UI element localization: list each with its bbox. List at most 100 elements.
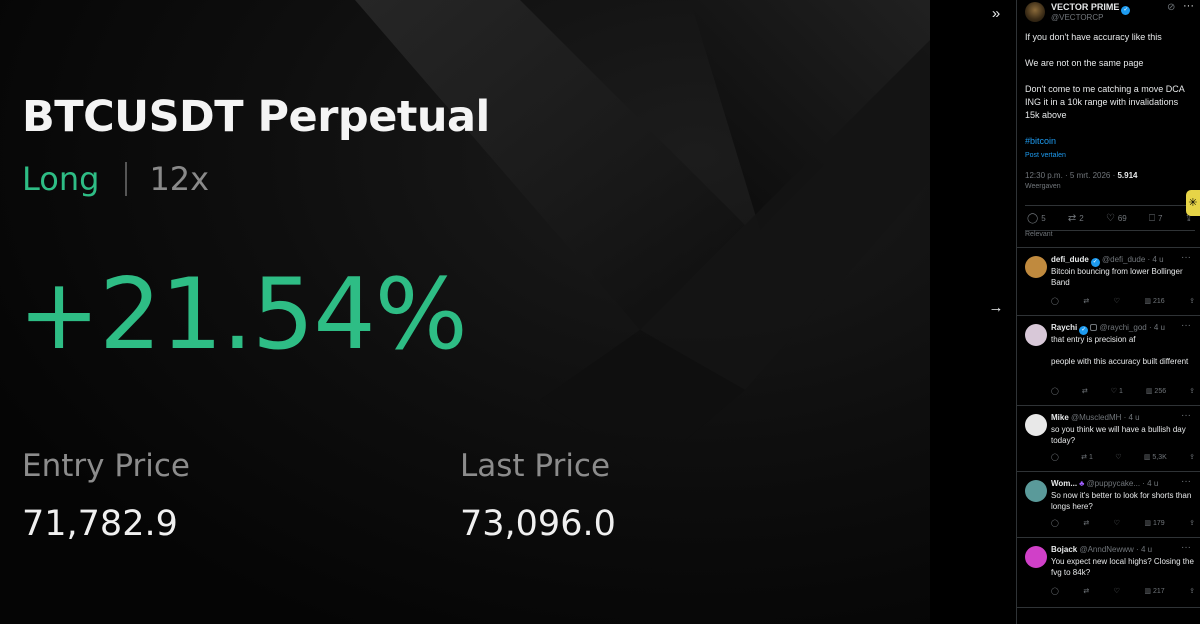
divider bbox=[1017, 607, 1200, 608]
reply-item[interactable]: Mike @MuscledMH · 4 u ··· so you think w… bbox=[1017, 405, 1200, 471]
affiliate-badge-icon bbox=[1090, 324, 1098, 331]
reply-header: Wom... ♣ @puppycake... · 4 u bbox=[1051, 479, 1181, 488]
views-count: 179 bbox=[1152, 520, 1165, 527]
avatar[interactable] bbox=[1025, 256, 1047, 278]
reply-icon: ◯ bbox=[1027, 212, 1039, 224]
like-count: 1 bbox=[1118, 388, 1123, 395]
timestamp-text: 12:30 p.m. · 5 mrt. 2026 · bbox=[1025, 171, 1118, 180]
heart-icon[interactable]: ♡ bbox=[1114, 519, 1120, 527]
reply-actions: ◯ ⇄ ♡ ▥ 179 ⇪ bbox=[1051, 519, 1195, 527]
views-button[interactable]: ▥ 217 bbox=[1144, 587, 1164, 595]
entry-price-value: 71,782.9 bbox=[22, 504, 178, 544]
leverage: 12x bbox=[149, 160, 210, 198]
views-count: 5,3K bbox=[1152, 454, 1167, 461]
replies-sort-dropdown[interactable]: Relevant bbox=[1025, 231, 1053, 238]
grok-assistant-tab[interactable]: ✳ bbox=[1186, 190, 1200, 216]
reply-item[interactable]: Raychi ✓ @raychi_god · 4 u ··· that entry… bbox=[1017, 315, 1200, 405]
reply-handle[interactable]: @defi_dude · 4 u bbox=[1102, 255, 1164, 264]
reply-author-name[interactable]: Bojack bbox=[1051, 545, 1077, 554]
avatar[interactable] bbox=[1025, 2, 1045, 22]
translate-post-link[interactable]: Post vertalen bbox=[1025, 152, 1066, 159]
reply-handle[interactable]: @MuscledMH · 4 u bbox=[1071, 413, 1140, 422]
more-options-icon[interactable]: ··· bbox=[1181, 476, 1191, 487]
like-button[interactable]: ♡ 69 bbox=[1106, 213, 1127, 224]
reply-text: so you think we will have a bullish day … bbox=[1051, 425, 1186, 445]
reply-handle[interactable]: @AnndNewww · 4 u bbox=[1079, 545, 1152, 554]
heart-icon[interactable]: ♡ bbox=[1115, 453, 1121, 461]
views-count: 5.914 bbox=[1117, 171, 1138, 180]
media-viewer[interactable]: BTCUSDT Perpetual Long 12x +21.54% Entry … bbox=[0, 0, 930, 624]
repost-icon[interactable]: ⇄ bbox=[1083, 297, 1089, 305]
reply-author-name[interactable]: Raychi bbox=[1051, 323, 1077, 332]
more-options-icon[interactable]: ··· bbox=[1181, 410, 1191, 421]
repost-icon[interactable]: ⇄ bbox=[1083, 587, 1089, 595]
reply-actions: ◯ ⇄ ♡ 1 ▥ 256 ⇪ bbox=[1051, 387, 1195, 395]
position-side: Long bbox=[22, 160, 100, 198]
repost-button[interactable]: ⇄ 2 bbox=[1068, 213, 1084, 224]
more-options-icon[interactable]: ··· bbox=[1181, 252, 1191, 263]
grok-icon[interactable]: ⊘ bbox=[1167, 2, 1175, 13]
more-options-icon[interactable]: ··· bbox=[1181, 320, 1191, 331]
more-options-icon[interactable]: ··· bbox=[1181, 542, 1191, 553]
repost-button[interactable]: ⇄ 1 bbox=[1081, 453, 1093, 461]
tweet-text: If you don't have accuracy like this We … bbox=[1025, 31, 1195, 161]
views-button[interactable]: ▥ 5,3K bbox=[1144, 453, 1167, 461]
tweet-line: If you don't have accuracy like this bbox=[1025, 32, 1162, 42]
author-handle[interactable]: @VECTORCP bbox=[1051, 13, 1103, 22]
repost-icon: ⇄ bbox=[1067, 212, 1077, 224]
bookmark-button[interactable]: ⎕ 7 bbox=[1149, 213, 1162, 224]
reply-text: You expect new local highs? Closing the … bbox=[1051, 557, 1194, 577]
reply-text: So now it's better to look for shorts th… bbox=[1051, 491, 1192, 511]
views-button[interactable]: ▥ 256 bbox=[1146, 387, 1166, 395]
reply-item[interactable]: defi_dude ✓ @defi_dude · 4 u ··· Bitcoin … bbox=[1017, 247, 1200, 315]
like-button[interactable]: ♡ 1 bbox=[1111, 387, 1123, 395]
tweet-line: We are not on the same page bbox=[1025, 58, 1144, 68]
reply-icon[interactable]: ◯ bbox=[1051, 297, 1059, 305]
heart-icon[interactable]: ♡ bbox=[1114, 297, 1120, 305]
pnl-percentage: +21.54% bbox=[18, 258, 468, 372]
share-icon[interactable]: ⇪ bbox=[1189, 519, 1195, 527]
last-price-value: 73,096.0 bbox=[460, 504, 616, 544]
repost-icon[interactable]: ⇄ bbox=[1082, 387, 1088, 395]
heart-icon[interactable]: ♡ bbox=[1114, 587, 1120, 595]
reply-handle[interactable]: @puppycake... · 4 u bbox=[1087, 479, 1159, 488]
views-button[interactable]: ▥ 179 bbox=[1144, 519, 1164, 527]
share-icon[interactable]: ⇪ bbox=[1189, 297, 1195, 305]
arrow-right-icon[interactable]: → bbox=[982, 294, 1010, 322]
views-label: Weergaven bbox=[1025, 183, 1061, 190]
double-chevron-right-icon[interactable]: » bbox=[982, 0, 1010, 28]
heart-icon: ♡ bbox=[1105, 212, 1115, 224]
share-icon[interactable]: ⇪ bbox=[1189, 453, 1195, 461]
reply-icon[interactable]: ◯ bbox=[1051, 387, 1059, 395]
reply-icon[interactable]: ◯ bbox=[1051, 587, 1059, 595]
avatar[interactable] bbox=[1025, 324, 1047, 346]
tweet-timestamp: 12:30 p.m. · 5 mrt. 2026 · 5.914 bbox=[1025, 171, 1138, 180]
reply-count: 5 bbox=[1041, 213, 1046, 223]
repost-count: 2 bbox=[1079, 213, 1084, 223]
reply-actions: ◯ ⇄ 1 ♡ ▥ 5,3K ⇪ bbox=[1051, 453, 1195, 461]
bookmark-count: 7 bbox=[1157, 213, 1163, 223]
repost-icon[interactable]: ⇄ bbox=[1083, 519, 1089, 527]
reply-item[interactable]: Wom... ♣ @puppycake... · 4 u ··· So now i… bbox=[1017, 471, 1200, 537]
author-name-text[interactable]: VECTOR PRIME bbox=[1051, 2, 1119, 12]
share-icon[interactable]: ⇪ bbox=[1189, 387, 1195, 395]
reply-item[interactable]: Bojack @AnndNewww · 4 u ··· You expect n… bbox=[1017, 537, 1200, 607]
reply-button[interactable]: ◯ 5 bbox=[1027, 213, 1046, 224]
reply-handle[interactable]: @raychi_god · 4 u bbox=[1099, 323, 1165, 332]
post-sidebar: VECTOR PRIME ✓ @VECTORCP ⊘ ··· If you don… bbox=[1016, 0, 1200, 624]
like-count: 69 bbox=[1117, 213, 1127, 223]
reply-actions: ◯ ⇄ ♡ ▥ 217 ⇪ bbox=[1051, 587, 1195, 595]
avatar[interactable] bbox=[1025, 480, 1047, 502]
more-options-icon[interactable]: ··· bbox=[1183, 0, 1194, 12]
reply-icon[interactable]: ◯ bbox=[1051, 453, 1059, 461]
share-icon[interactable]: ⇪ bbox=[1189, 587, 1195, 595]
tweet-line: Don't come to me catching a move DCA ING… bbox=[1025, 84, 1185, 120]
reply-author-name[interactable]: Wom... bbox=[1051, 479, 1077, 488]
views-button[interactable]: ▥ 216 bbox=[1144, 297, 1164, 305]
reply-author-name[interactable]: defi_dude bbox=[1051, 255, 1089, 264]
avatar[interactable] bbox=[1025, 414, 1047, 436]
avatar[interactable] bbox=[1025, 546, 1047, 568]
reply-icon[interactable]: ◯ bbox=[1051, 519, 1059, 527]
hashtag-link[interactable]: #bitcoin bbox=[1025, 136, 1056, 146]
reply-author-name[interactable]: Mike bbox=[1051, 413, 1069, 422]
